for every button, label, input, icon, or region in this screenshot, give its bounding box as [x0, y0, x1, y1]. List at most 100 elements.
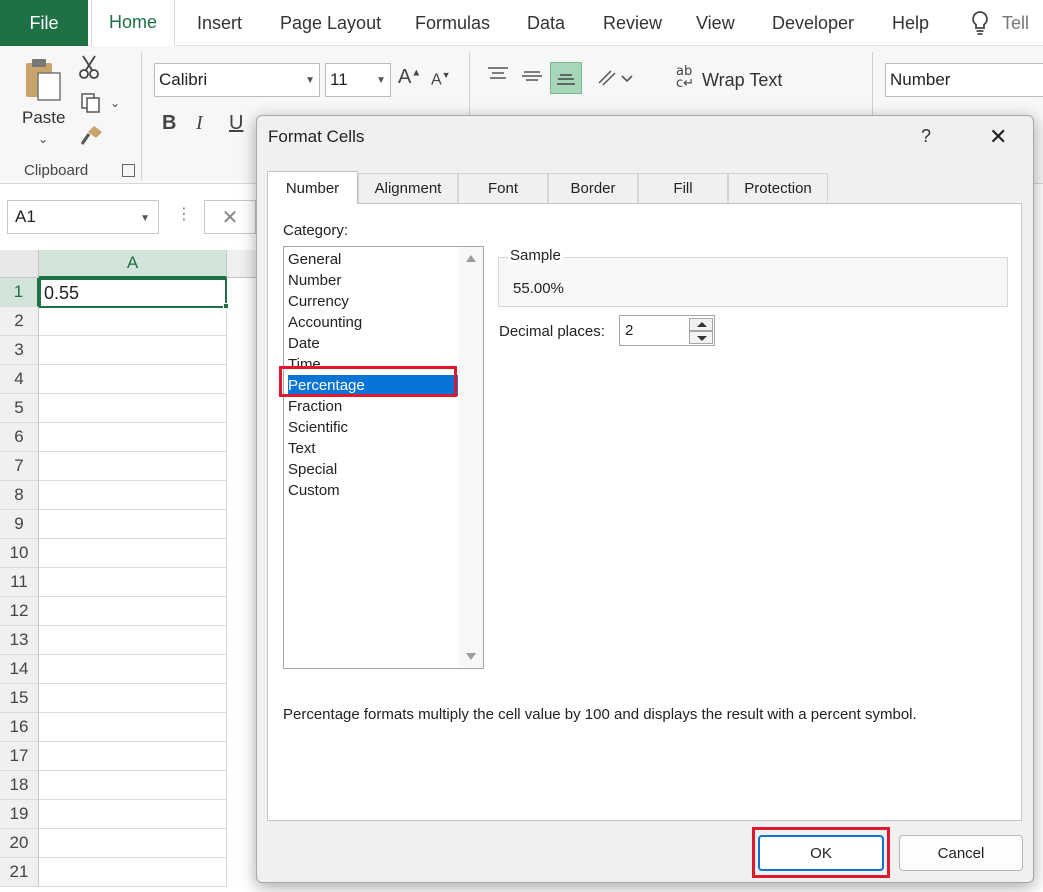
align-bottom-button[interactable]	[550, 62, 582, 94]
cell-a16[interactable]	[39, 713, 227, 742]
cell-a19[interactable]	[39, 800, 227, 829]
row-header-1[interactable]: 1	[0, 278, 39, 307]
tab-help[interactable]: Help	[892, 0, 929, 46]
font-size-dropdown[interactable]: 11 ▼	[325, 63, 391, 97]
cell-a17[interactable]	[39, 742, 227, 771]
row-header-5[interactable]: 5	[0, 394, 39, 423]
cell-a15[interactable]	[39, 684, 227, 713]
category-item-date[interactable]: Date	[288, 333, 458, 354]
row-header-11[interactable]: 11	[0, 568, 39, 597]
row-header-20[interactable]: 20	[0, 829, 39, 858]
close-button[interactable]: ✕	[989, 124, 1007, 150]
cell-a5[interactable]	[39, 394, 227, 423]
row-header-18[interactable]: 18	[0, 771, 39, 800]
cell-a8[interactable]	[39, 481, 227, 510]
underline-button[interactable]: U	[229, 112, 243, 135]
name-box[interactable]: A1 ▼	[7, 200, 159, 234]
category-item-fraction[interactable]: Fraction	[288, 396, 458, 417]
tab-developer[interactable]: Developer	[772, 0, 854, 46]
tab-alignment[interactable]: Alignment	[358, 173, 458, 203]
cell-a13[interactable]	[39, 626, 227, 655]
category-item-currency[interactable]: Currency	[288, 291, 458, 312]
align-middle-icon[interactable]	[520, 68, 544, 84]
row-header-16[interactable]: 16	[0, 713, 39, 742]
cell-a3[interactable]	[39, 336, 227, 365]
row-header-6[interactable]: 6	[0, 423, 39, 452]
category-item-general[interactable]: General	[288, 249, 458, 270]
category-item-number[interactable]: Number	[288, 270, 458, 291]
cell-a12[interactable]	[39, 597, 227, 626]
wrap-text-button[interactable]: Wrap Text	[702, 70, 782, 91]
chevron-down-icon[interactable]: ⌄	[110, 96, 120, 110]
align-top-icon[interactable]	[486, 66, 510, 82]
tab-border[interactable]: Border	[548, 173, 638, 203]
row-header-13[interactable]: 13	[0, 626, 39, 655]
font-name-dropdown[interactable]: Calibri ▼	[154, 63, 320, 97]
cell-a21[interactable]	[39, 858, 227, 887]
number-format-dropdown[interactable]: Number	[885, 63, 1043, 97]
spin-down-icon[interactable]	[689, 331, 713, 344]
cell-a10[interactable]	[39, 539, 227, 568]
row-header-19[interactable]: 19	[0, 800, 39, 829]
tab-data[interactable]: Data	[527, 0, 565, 46]
row-header-17[interactable]: 17	[0, 742, 39, 771]
row-header-14[interactable]: 14	[0, 655, 39, 684]
tab-insert[interactable]: Insert	[197, 0, 242, 46]
cell-a2[interactable]	[39, 307, 227, 336]
italic-button[interactable]: I	[196, 112, 203, 135]
cell-a11[interactable]	[39, 568, 227, 597]
format-painter-icon[interactable]	[80, 124, 104, 146]
file-tab[interactable]: File	[0, 0, 88, 46]
cell-a1[interactable]: 0.55	[39, 278, 227, 308]
decimal-places-stepper[interactable]	[689, 318, 713, 344]
tab-formulas[interactable]: Formulas	[415, 0, 490, 46]
cancel-button[interactable]: Cancel	[899, 835, 1023, 871]
row-header-10[interactable]: 10	[0, 539, 39, 568]
row-header-12[interactable]: 12	[0, 597, 39, 626]
tell-me-search[interactable]: Tell	[970, 0, 1029, 46]
cell-a7[interactable]	[39, 452, 227, 481]
select-all-corner[interactable]	[0, 250, 39, 278]
row-header-15[interactable]: 15	[0, 684, 39, 713]
paste-button-label[interactable]: Paste	[22, 108, 65, 128]
wrap-text-icon[interactable]: ab c↵	[676, 65, 694, 90]
row-header-8[interactable]: 8	[0, 481, 39, 510]
tab-home[interactable]: Home	[91, 0, 176, 46]
row-header-4[interactable]: 4	[0, 365, 39, 394]
tab-fill[interactable]: Fill	[638, 173, 728, 203]
column-header-a[interactable]: A	[39, 250, 227, 278]
copy-icon[interactable]	[80, 92, 102, 114]
cell-a20[interactable]	[39, 829, 227, 858]
tab-review[interactable]: Review	[603, 0, 662, 46]
category-scrollbar[interactable]	[459, 247, 483, 668]
fill-handle[interactable]	[223, 303, 229, 309]
formula-cancel-button[interactable]: ✕	[204, 200, 256, 234]
tab-view[interactable]: View	[696, 0, 735, 46]
row-header-2[interactable]: 2	[0, 307, 39, 336]
category-list[interactable]: General Number Currency Accounting Date Time P…	[283, 246, 484, 669]
scroll-down-icon[interactable]	[466, 653, 476, 660]
scroll-up-icon[interactable]	[466, 255, 476, 262]
spin-up-icon[interactable]	[689, 318, 713, 331]
tab-font[interactable]: Font	[458, 173, 548, 203]
cell-a4[interactable]	[39, 365, 227, 394]
cell-a6[interactable]	[39, 423, 227, 452]
cell-a9[interactable]	[39, 510, 227, 539]
orientation-icon[interactable]	[596, 68, 636, 88]
tab-number[interactable]: Number	[267, 171, 358, 204]
row-header-9[interactable]: 9	[0, 510, 39, 539]
cell-a14[interactable]	[39, 655, 227, 684]
tab-page-layout[interactable]: Page Layout	[280, 0, 381, 46]
dialog-launcher-icon[interactable]	[122, 164, 135, 177]
chevron-down-icon[interactable]: ⌄	[38, 132, 48, 146]
row-header-21[interactable]: 21	[0, 858, 39, 887]
row-header-7[interactable]: 7	[0, 452, 39, 481]
bold-button[interactable]: B	[162, 112, 176, 135]
category-item-scientific[interactable]: Scientific	[288, 417, 458, 438]
tab-protection[interactable]: Protection	[728, 173, 828, 203]
row-header-3[interactable]: 3	[0, 336, 39, 365]
scissors-icon[interactable]	[78, 54, 100, 80]
help-button[interactable]: ?	[921, 126, 931, 147]
increase-font-size-icon[interactable]: A▲	[398, 66, 421, 89]
cell-a18[interactable]	[39, 771, 227, 800]
